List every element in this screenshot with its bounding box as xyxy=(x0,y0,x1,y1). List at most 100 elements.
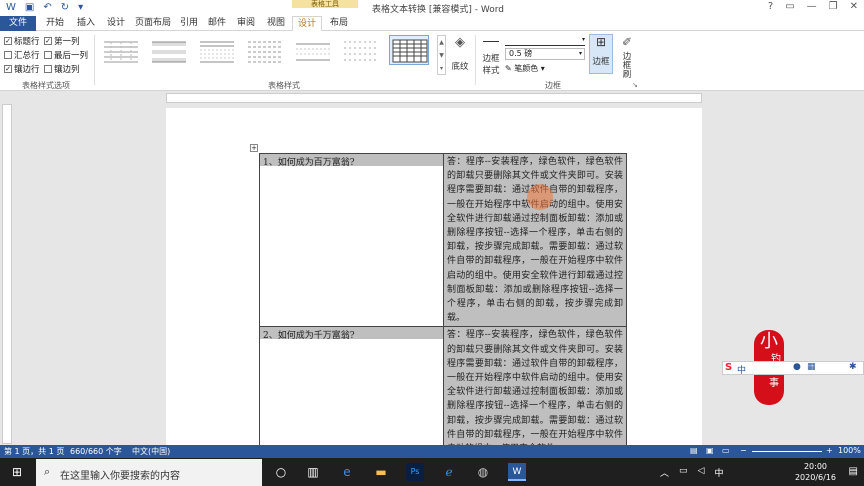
close-icon[interactable]: ✕ xyxy=(850,1,858,12)
more-icon[interactable]: ▾ xyxy=(438,62,445,75)
border-painter-button[interactable]: ✐ 边框刷 xyxy=(616,35,638,80)
tab-home[interactable]: 开始 xyxy=(40,16,70,31)
borders-button[interactable]: ⊞ 边框 xyxy=(589,34,613,74)
zoom-slider[interactable] xyxy=(752,451,822,452)
checkbox[interactable]: ✓ xyxy=(4,37,12,45)
table-move-handle[interactable]: + xyxy=(250,144,258,152)
ime-indicator[interactable]: 中 xyxy=(714,466,723,479)
table-style-lines[interactable] xyxy=(244,35,284,65)
ribbon: ✓ 标题行 ✓ 第一列 汇总行 最后一列 ✓ 镶边行 镶边列 表格样式选项 ▲ ▼ ▾ 表… xyxy=(0,31,864,91)
table-style-plain-grid[interactable] xyxy=(100,35,140,65)
option-total-row[interactable]: 汇总行 xyxy=(4,49,40,61)
task-view-icon[interactable]: ▥ xyxy=(304,463,322,481)
notification-icon[interactable]: ▤ xyxy=(849,466,858,477)
scroll-up-icon[interactable]: ▲ xyxy=(438,36,445,49)
print-layout-icon[interactable]: ▣ xyxy=(706,446,714,455)
word-taskbar-icon[interactable]: W xyxy=(508,463,526,481)
document-table[interactable]: 1、如何成为百万富翁? 答：程序--安装程序，绿色软件，绿色软件的卸载只要删除其… xyxy=(259,152,627,459)
read-mode-icon[interactable]: ▤ xyxy=(690,446,698,455)
tab-references[interactable]: 引用 xyxy=(176,16,202,31)
table-row[interactable]: 2、如何成为千万富翁? 答：程序--安装程序，绿色软件，绿色软件的卸载只要删除其… xyxy=(259,326,627,459)
tab-table-design[interactable]: 设计 xyxy=(292,16,322,31)
checkbox[interactable]: ✓ xyxy=(44,37,52,45)
option-last-column[interactable]: 最后一列 xyxy=(44,49,88,61)
option-first-column[interactable]: ✓ 第一列 xyxy=(44,35,80,47)
language[interactable]: 中文(中国) xyxy=(132,446,170,457)
search-icon: ⌕ xyxy=(44,465,51,478)
shading-button[interactable]: ◈ 底纹 xyxy=(449,35,471,72)
save-icon[interactable]: ▣ xyxy=(25,2,34,13)
vertical-ruler[interactable] xyxy=(2,104,12,444)
app-icon[interactable]: ◍ xyxy=(474,463,492,481)
chevron-up-icon[interactable]: ︿ xyxy=(660,466,669,479)
keyboard-icon[interactable]: ▦ xyxy=(807,362,816,372)
network-icon[interactable]: ▭ xyxy=(679,466,688,479)
quick-access-toolbar: W ▣ ↶ ↻ ▾ xyxy=(6,2,83,13)
web-layout-icon[interactable]: ▭ xyxy=(722,446,730,455)
customize-icon[interactable]: ▾ xyxy=(78,2,83,13)
redo-icon[interactable]: ↻ xyxy=(61,2,69,13)
zoom-level[interactable]: 100% xyxy=(838,446,861,455)
table-styles-scroller[interactable]: ▲ ▼ ▾ xyxy=(437,35,446,75)
tab-insert[interactable]: 插入 xyxy=(72,16,100,31)
answer-cell[interactable]: 答：程序--安装程序，绿色软件，绿色软件的卸载只要删除其文件或文件夹即可。安装程… xyxy=(443,326,627,459)
ime-toolbar[interactable]: S 中 ● ▦ ✱ xyxy=(722,361,864,376)
ribbon-display-icon[interactable]: ▭ xyxy=(785,1,794,12)
file-explorer-icon[interactable]: ▬ xyxy=(372,463,390,481)
edge-icon[interactable]: e xyxy=(338,463,356,481)
clock[interactable]: 20:00 2020/6/16 xyxy=(795,461,836,483)
tab-design[interactable]: 设计 xyxy=(102,16,130,31)
page-count[interactable]: 第 1 页，共 1 页 xyxy=(4,446,64,457)
zoom-out-icon[interactable]: − xyxy=(740,446,747,455)
tab-table-layout[interactable]: 布局 xyxy=(324,16,354,31)
border-styles-button[interactable]: 边框样式 xyxy=(480,35,502,76)
option-banded-rows[interactable]: ✓ 镶边行 xyxy=(4,63,40,75)
checkbox[interactable] xyxy=(4,51,12,59)
brush-icon: ✐ xyxy=(621,35,633,49)
option-banded-columns[interactable]: 镶边列 xyxy=(44,63,80,75)
tab-page-layout[interactable]: 页面布局 xyxy=(132,16,174,31)
table-style-minimal[interactable] xyxy=(292,35,332,65)
pen-color-button[interactable]: ✎ 笔颜色 ▾ xyxy=(505,63,565,74)
checkbox[interactable] xyxy=(44,65,52,73)
tab-mailings[interactable]: 邮件 xyxy=(204,16,230,31)
table-style-header[interactable] xyxy=(196,35,236,65)
group-label-borders: 边框 xyxy=(545,81,561,90)
question-cell[interactable]: 1、如何成为百万富翁? xyxy=(259,152,444,328)
table-style-grid-selected[interactable] xyxy=(389,35,429,65)
settings-icon[interactable]: ✱ xyxy=(849,362,857,372)
table-style-dashed[interactable] xyxy=(340,35,380,65)
line-style-dropdown[interactable]: ▾ xyxy=(505,36,585,46)
answer-cell[interactable]: 答：程序--安装程序，绿色软件，绿色软件的卸载只要删除其文件或文件夹即可。安装程… xyxy=(443,152,627,328)
dialog-launcher-icon[interactable]: ↘ xyxy=(632,81,638,89)
volume-icon[interactable]: ◁ xyxy=(698,466,705,479)
horizontal-ruler[interactable] xyxy=(166,93,702,103)
zoom-in-icon[interactable]: + xyxy=(826,446,833,455)
chevron-down-icon: ▾ xyxy=(581,36,585,43)
windows-start-icon[interactable]: ⊞ xyxy=(8,463,26,481)
question-cell[interactable]: 2、如何成为千万富翁? xyxy=(259,326,444,459)
checkbox[interactable] xyxy=(44,51,52,59)
group-label-table-styles: 表格样式 xyxy=(268,81,300,90)
tab-view[interactable]: 视图 xyxy=(262,16,290,31)
ie-icon[interactable]: ℯ xyxy=(440,463,458,481)
scroll-down-icon[interactable]: ▼ xyxy=(438,49,445,62)
table-row[interactable]: 1、如何成为百万富翁? 答：程序--安装程序，绿色软件，绿色软件的卸载只要删除其… xyxy=(259,152,627,328)
restore-icon[interactable]: ❐ xyxy=(829,1,838,12)
cortana-icon[interactable]: ○ xyxy=(272,463,290,481)
table-style-banded[interactable] xyxy=(148,35,188,65)
help-icon[interactable]: ? xyxy=(768,1,773,12)
mic-icon[interactable]: ● xyxy=(793,362,801,372)
divider xyxy=(475,35,476,85)
tab-review[interactable]: 审阅 xyxy=(232,16,260,31)
undo-icon[interactable]: ↶ xyxy=(43,2,51,13)
photoshop-icon[interactable]: Ps xyxy=(406,463,424,481)
taskbar-search[interactable]: ⌕ 在这里输入你要搜索的内容 xyxy=(36,459,262,486)
tab-file[interactable]: 文件 xyxy=(0,16,36,31)
option-header-row[interactable]: ✓ 标题行 xyxy=(4,35,40,47)
checkbox[interactable]: ✓ xyxy=(4,65,12,73)
minimize-icon[interactable]: — xyxy=(807,1,817,12)
word-count[interactable]: 660/660 个字 xyxy=(70,446,122,457)
pen-weight-dropdown[interactable]: 0.5 磅 ▾ xyxy=(505,48,585,60)
sogou-icon: S xyxy=(725,362,733,373)
